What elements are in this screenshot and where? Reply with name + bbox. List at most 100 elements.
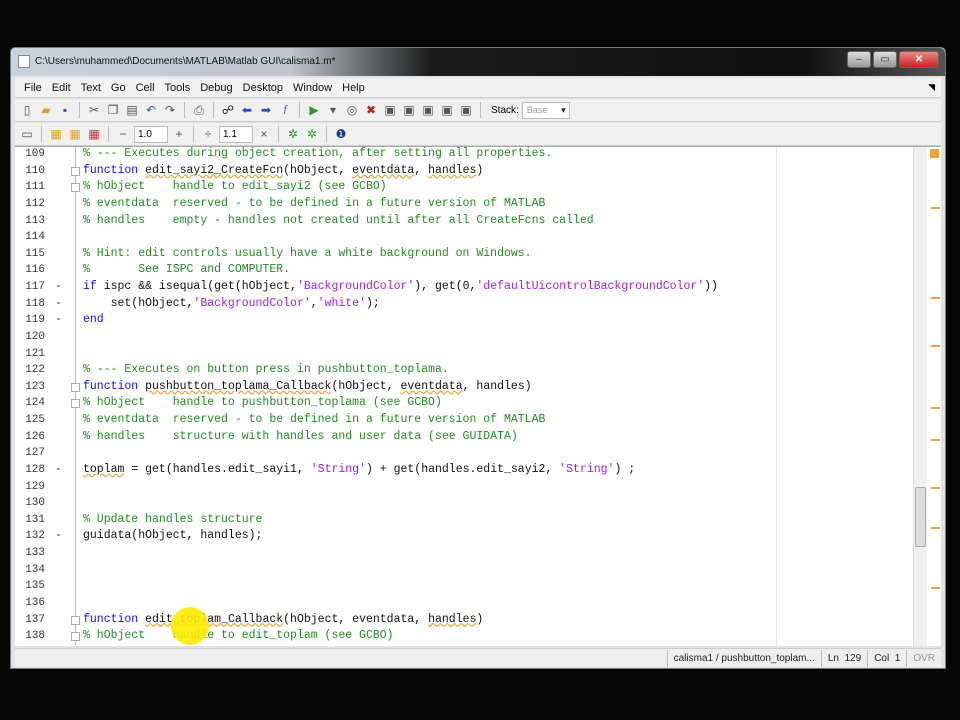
warning-marker[interactable] xyxy=(931,345,940,347)
code-line[interactable]: 135 xyxy=(15,578,915,595)
code-line[interactable]: 117- if ispc && isequal(get(hObject,'Back… xyxy=(15,279,915,296)
breakpoint-dash[interactable]: - xyxy=(55,296,62,313)
maximize-button[interactable]: ▭ xyxy=(873,51,897,68)
code-line[interactable]: 116 % See ISPC and COMPUTER. xyxy=(15,262,915,279)
menu-help[interactable]: Help xyxy=(337,82,370,94)
cell-mode-icon[interactable]: ▭ xyxy=(19,126,35,142)
undo-icon[interactable]: ↶ xyxy=(143,102,159,118)
decrement-value-input[interactable]: 1.0 xyxy=(134,125,168,143)
code-line[interactable]: 137 function edit_toplam_Callback(hObject… xyxy=(15,611,915,629)
increment-button[interactable]: + xyxy=(171,126,187,142)
menu-cell[interactable]: Cell xyxy=(131,82,160,94)
show-cell-titles-icon[interactable]: ✲ xyxy=(285,126,301,142)
code-line[interactable]: 129 xyxy=(15,478,915,496)
menu-desktop[interactable]: Desktop xyxy=(238,82,288,94)
warning-marker[interactable] xyxy=(931,487,940,489)
menu-debug[interactable]: Debug xyxy=(195,82,237,94)
fold-toggle-icon[interactable] xyxy=(71,382,80,392)
undock-arrow-icon[interactable]: ◥ xyxy=(928,82,935,93)
menu-window[interactable]: Window xyxy=(288,82,337,94)
menu-text[interactable]: Text xyxy=(76,82,106,94)
close-button[interactable]: ✕ xyxy=(899,51,939,68)
paste-icon[interactable]: ▤ xyxy=(124,102,140,118)
fold-toggle-icon[interactable] xyxy=(71,166,80,176)
menu-file[interactable]: File xyxy=(19,82,47,94)
multiply-value-input[interactable]: 1.1 xyxy=(219,125,253,143)
clear-breakpoints-icon[interactable]: ✖ xyxy=(363,102,379,118)
function-icon[interactable]: f xyxy=(277,102,293,118)
code-line[interactable]: 136 xyxy=(15,594,915,612)
code-line[interactable]: 109 % --- Executes during object creation… xyxy=(15,147,915,163)
fold-toggle-icon[interactable] xyxy=(71,615,80,625)
breakpoint-dash[interactable]: - xyxy=(55,528,62,545)
cut-icon[interactable]: ✂ xyxy=(86,102,102,118)
help-info-icon[interactable]: ❶ xyxy=(333,126,349,142)
breakpoint-dash[interactable]: - xyxy=(55,462,62,479)
code-line[interactable]: 110 function edit_sayi2_CreateFcn(hObject… xyxy=(15,162,915,180)
code-line[interactable]: 113 % handles empty - handles not created… xyxy=(15,212,915,230)
find-binoculars-icon[interactable]: ☍ xyxy=(220,102,236,118)
set-breakpoint-icon[interactable]: ◎ xyxy=(344,102,360,118)
fold-toggle-icon[interactable] xyxy=(71,399,80,409)
fold-toggle-icon[interactable] xyxy=(71,632,80,642)
code-line[interactable]: 131 % Update handles structure xyxy=(15,511,915,529)
warning-marker[interactable] xyxy=(931,297,940,299)
run-dropdown-icon[interactable]: ▾ xyxy=(325,102,341,118)
warning-marker[interactable] xyxy=(931,527,940,529)
code-line[interactable]: 114 xyxy=(15,229,915,246)
warning-marker[interactable] xyxy=(931,407,940,409)
divide-button[interactable]: ÷ xyxy=(200,126,216,142)
code-line[interactable]: 127 xyxy=(15,445,915,462)
vertical-scrollbar[interactable] xyxy=(913,147,927,646)
stack-select[interactable]: Base ▾ xyxy=(521,101,570,119)
code-line[interactable]: 120 xyxy=(15,328,915,346)
fold-toggle-icon[interactable] xyxy=(71,183,80,193)
code-line[interactable]: 112 % eventdata reserved - to be defined … xyxy=(15,195,915,213)
code-line[interactable]: 138 % hObject handle to edit_toplam (see … xyxy=(15,628,915,645)
code-line[interactable]: 134 xyxy=(15,561,915,579)
publish-cell-icon[interactable]: ✲ xyxy=(304,126,320,142)
code-line[interactable]: 111 % hObject handle to edit_sayi2 (see G… xyxy=(15,179,915,196)
breakpoint-dash[interactable]: - xyxy=(55,312,62,329)
menu-go[interactable]: Go xyxy=(106,82,131,94)
code-line[interactable]: 123 function pushbutton_toplama_Callback(… xyxy=(15,378,915,396)
eval-cell-icon[interactable]: ▦ xyxy=(48,126,64,142)
code-line[interactable]: 133 xyxy=(15,545,915,562)
menu-edit[interactable]: Edit xyxy=(47,82,76,94)
save-icon[interactable]: ▪ xyxy=(57,102,73,118)
eval-cell-advance-icon[interactable]: ▦ xyxy=(67,126,83,142)
code-line[interactable]: 124 % hObject handle to pushbutton_toplam… xyxy=(15,395,915,412)
code-line[interactable]: 128- toplam = get(handles.edit_sayi1, 'St… xyxy=(15,461,915,479)
scrollbar-thumb[interactable] xyxy=(915,487,926,547)
open-folder-icon[interactable]: ▰ xyxy=(38,102,54,118)
minimize-button[interactable]: – xyxy=(847,51,871,68)
multiply-button[interactable]: × xyxy=(256,126,272,142)
breakpoint-dash[interactable]: - xyxy=(55,279,62,296)
print-icon[interactable]: ⎙ xyxy=(191,102,207,118)
warning-status-icon[interactable] xyxy=(930,149,939,158)
copy-icon[interactable]: ❐ xyxy=(105,102,121,118)
code-line[interactable]: 119- end xyxy=(15,312,915,329)
run-icon[interactable]: ▶ xyxy=(306,102,322,118)
code-editor[interactable]: 109 % --- Executes during object creation… xyxy=(15,146,941,646)
code-line[interactable]: 125 % eventdata reserved - to be defined … xyxy=(15,412,915,429)
warning-marker[interactable] xyxy=(931,439,940,441)
forward-arrow-icon[interactable]: ➡ xyxy=(258,102,274,118)
eval-file-icon[interactable]: ▦ xyxy=(86,126,102,142)
code-line[interactable]: 122 % --- Executes on button press in pus… xyxy=(15,362,915,379)
code-line[interactable]: 130 xyxy=(15,495,915,512)
decrement-button[interactable]: − xyxy=(115,126,131,142)
code-line[interactable]: 132- guidata(hObject, handles); xyxy=(15,528,915,545)
warning-marker[interactable] xyxy=(931,207,940,209)
code-line[interactable]: 121 xyxy=(15,345,915,363)
code-line[interactable]: 115 % Hint: edit controls usually have a … xyxy=(15,245,915,263)
warning-marker[interactable] xyxy=(931,587,940,589)
mlint-marker-bar[interactable] xyxy=(928,147,941,646)
new-file-icon[interactable]: ▯ xyxy=(19,102,35,118)
code-line[interactable]: 118- set(hObject,'BackgroundColor','whit… xyxy=(15,295,915,313)
code-line[interactable]: 126 % handles structure with handles and … xyxy=(15,428,915,446)
back-arrow-icon[interactable]: ⬅ xyxy=(239,102,255,118)
redo-icon[interactable]: ↷ xyxy=(162,102,178,118)
menu-tools[interactable]: Tools xyxy=(160,82,196,94)
code-lines[interactable]: 109 % --- Executes during object creation… xyxy=(15,147,915,645)
